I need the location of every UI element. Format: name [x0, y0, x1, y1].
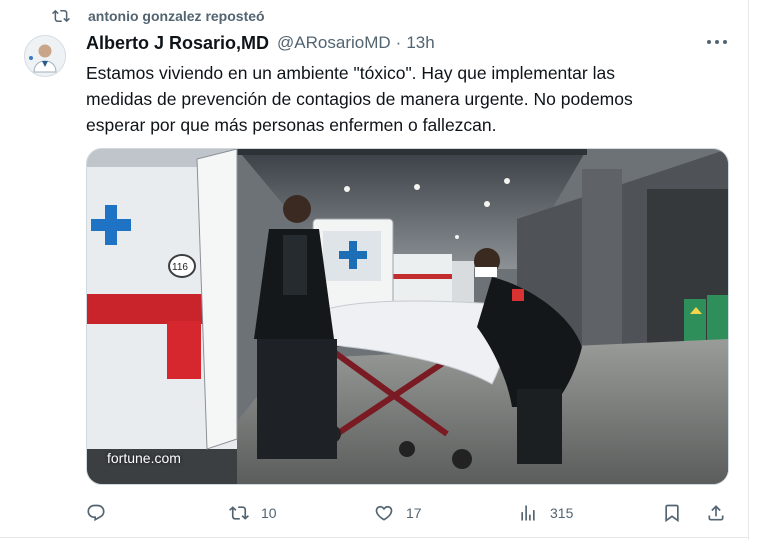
- repost-label[interactable]: antonio gonzalez reposteó: [88, 8, 265, 24]
- views-icon: [521, 505, 535, 521]
- like-count: 17: [406, 505, 422, 521]
- repost-context[interactable]: antonio gonzalez reposteó: [52, 6, 265, 26]
- tweet-text: Estamos viviendo en un ambiente "tóxico"…: [86, 63, 633, 135]
- author-handle[interactable]: @ARosarioMD: [277, 33, 391, 53]
- like-button[interactable]: 17: [374, 500, 422, 526]
- author-display-name[interactable]: Alberto J Rosario,MD: [86, 33, 269, 54]
- tweet-divider: [0, 537, 748, 538]
- share-button[interactable]: [706, 500, 726, 526]
- views-count: 315: [550, 505, 574, 521]
- bookmark-icon: [665, 504, 679, 523]
- avatar[interactable]: [24, 35, 66, 77]
- retweet-button[interactable]: 10: [229, 500, 277, 526]
- reply-button[interactable]: [86, 500, 106, 526]
- tweet-header: Alberto J Rosario,MD @ARosarioMD · 13h: [86, 32, 435, 54]
- tweet-actions-bar: 10 17 315: [0, 500, 748, 526]
- svg-text:116: 116: [172, 262, 188, 273]
- more-options-icon[interactable]: [703, 33, 731, 51]
- repost-icon: [52, 9, 70, 23]
- retweet-icon: [229, 506, 249, 520]
- heart-icon: [375, 505, 393, 521]
- bookmark-button[interactable]: [662, 500, 682, 526]
- tweet-timestamp[interactable]: 13h: [406, 33, 434, 53]
- timeline-border-right: [748, 0, 749, 540]
- media-source-label[interactable]: fortune.com: [107, 450, 181, 466]
- header-separator: ·: [395, 33, 402, 52]
- reply-icon: [87, 504, 105, 522]
- tweet-media-image[interactable]: 116 fortune.com: [86, 148, 729, 485]
- retweet-count: 10: [261, 505, 277, 521]
- views-button[interactable]: 315: [518, 500, 573, 526]
- share-icon: [708, 505, 724, 521]
